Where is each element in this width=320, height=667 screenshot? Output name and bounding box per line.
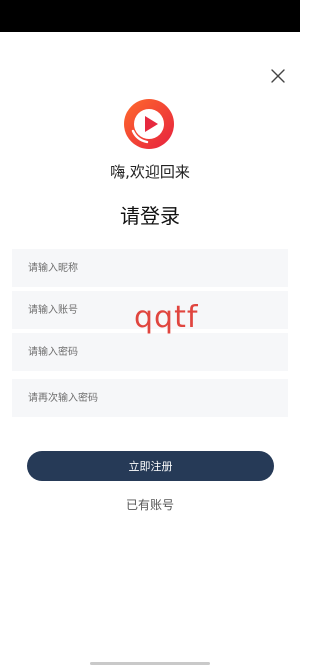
password-input[interactable] [12, 333, 288, 371]
confirm-password-input[interactable] [12, 379, 288, 417]
page-title: 请登录 [120, 204, 180, 228]
home-indicator [90, 662, 210, 665]
app-logo [123, 98, 175, 150]
status-bar [0, 0, 300, 32]
have-account-link[interactable]: 已有账号 [0, 496, 300, 516]
close-icon [271, 69, 285, 83]
nickname-input[interactable] [12, 249, 288, 287]
play-logo-icon [124, 99, 174, 149]
greeting-text: 嗨,欢迎回来 [110, 163, 190, 181]
register-screen: 嗨,欢迎回来 请登录 qqtf 立即注册 已有账号 [0, 0, 300, 667]
close-button[interactable] [268, 66, 288, 86]
register-button[interactable]: 立即注册 [27, 451, 274, 481]
watermark-text: qqtf [134, 300, 199, 335]
